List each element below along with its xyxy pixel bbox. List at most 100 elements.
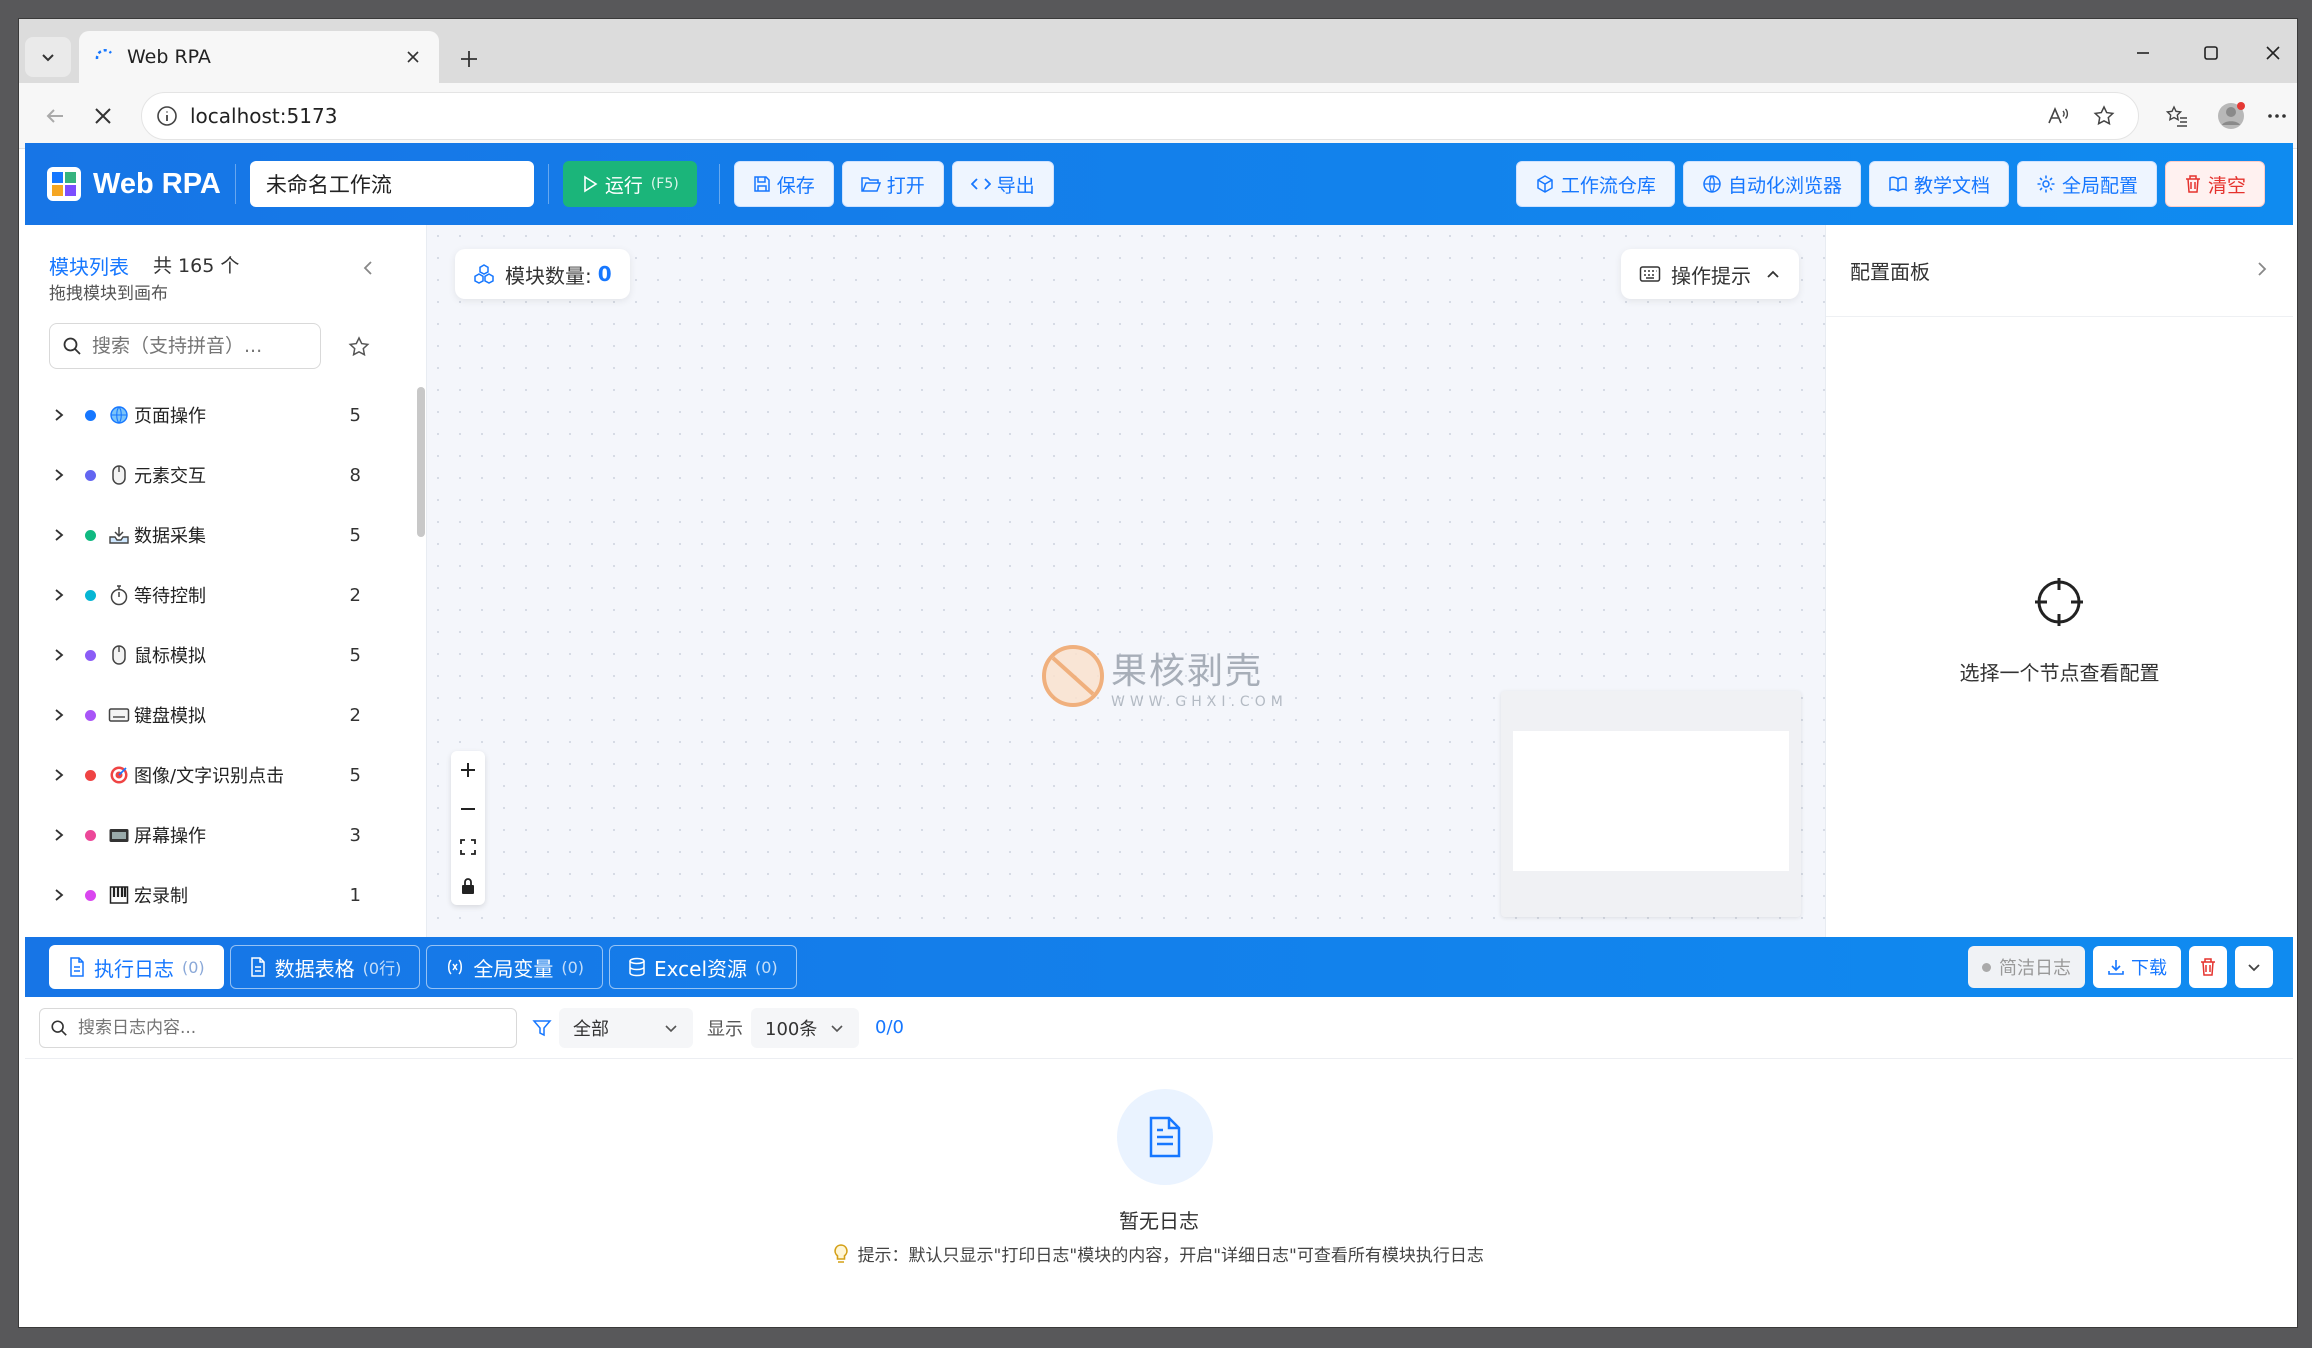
watermark: 果核剥壳 WWW.GHXI.COM [1041, 641, 1311, 711]
back-button[interactable] [33, 95, 77, 137]
favorites-list-icon [2165, 105, 2187, 127]
operation-tips-button[interactable]: 操作提示 [1621, 249, 1799, 299]
profile-button[interactable] [2209, 95, 2253, 137]
favorite-star-icon[interactable] [2084, 96, 2124, 136]
category-keyboard-sim[interactable]: 键盘模拟 2 [25, 685, 405, 745]
category-label: 键盘模拟 [134, 706, 206, 727]
empty-log-title: 暂无日志 [1119, 1209, 1199, 1233]
close-window-button[interactable] [2249, 35, 2297, 71]
category-screen-ops[interactable]: 屏幕操作 3 [25, 805, 405, 865]
category-data-collection[interactable]: 数据采集 5 [25, 505, 405, 565]
document-icon [250, 957, 265, 977]
category-count: 5 [349, 644, 361, 666]
zoom-out-button[interactable] [455, 796, 481, 822]
category-image-text-click[interactable]: 图像/文字识别点击 5 [25, 745, 405, 805]
open-button[interactable]: 打开 [841, 161, 944, 207]
category-page-ops[interactable]: 页面操作 5 [25, 385, 405, 445]
page-size-select[interactable]: 100条 [751, 1007, 859, 1048]
tab-execution-log[interactable]: 执行日志 (0) [49, 945, 224, 989]
log-search-input[interactable] [39, 1007, 517, 1048]
global-settings-button[interactable]: 全局配置 [2016, 161, 2157, 207]
collapse-sidebar-button[interactable] [353, 253, 383, 283]
keyboard-icon [1639, 266, 1661, 282]
category-element-interaction[interactable]: 元素交互 8 [25, 445, 405, 505]
chevron-right-icon [49, 885, 69, 905]
maximize-button[interactable] [2187, 35, 2235, 71]
module-search-input[interactable] [49, 323, 321, 369]
favorites-button[interactable] [2155, 95, 2199, 137]
keyboard-icon [108, 704, 130, 726]
chevron-right-icon [49, 585, 69, 605]
simple-log-toggle[interactable]: 简洁日志 [1968, 946, 2085, 988]
run-button[interactable]: 运行 (F5) [562, 161, 697, 207]
fit-view-button[interactable] [455, 834, 481, 860]
chevron-down-icon [831, 1024, 843, 1032]
logo-text: Web RPA [93, 167, 221, 200]
sidebar-scrollbar[interactable] [417, 387, 425, 537]
minus-icon [461, 807, 475, 810]
global-settings-label: 全局配置 [2061, 174, 2138, 197]
url-text: localhost:5173 [190, 104, 338, 128]
workflow-repo-button[interactable]: 工作流仓库 [1515, 161, 1675, 207]
zoom-in-button[interactable] [455, 757, 481, 783]
address-bar-row: localhost:5173 [19, 83, 2297, 149]
read-aloud-icon[interactable] [2038, 96, 2078, 136]
category-wait-control[interactable]: 等待控制 2 [25, 565, 405, 625]
minimize-button[interactable] [2119, 35, 2167, 71]
favorites-filter-button[interactable] [343, 331, 375, 363]
clear-log-button[interactable] [2189, 946, 2227, 988]
module-list-subtitle: 拖拽模块到画布 [49, 284, 168, 304]
category-label: 数据采集 [134, 526, 206, 547]
automation-browser-button[interactable]: 自动化浏览器 [1682, 161, 1861, 207]
empty-log-tip: 提示：默认只显示"打印日志"模块的内容，开启"详细日志"可查看所有模块执行日志 [25, 1241, 2293, 1266]
filter-icon [525, 1011, 559, 1045]
collapse-panel-button[interactable] [2235, 946, 2273, 988]
workflow-canvas[interactable]: 模块数量: 0 操作提示 果核剥壳 WWW.GHXI.COM [427, 225, 1825, 937]
header-divider [547, 164, 549, 204]
star-icon [348, 336, 370, 357]
stop-loading-button[interactable] [81, 95, 125, 137]
category-count: 3 [349, 824, 361, 846]
clear-button[interactable]: 清空 [2164, 161, 2265, 207]
tray-icon [108, 524, 130, 546]
page-size-value: 100条 [765, 1018, 818, 1040]
module-count-label: 模块数量: [505, 263, 592, 288]
tab-label: 全局变量 [473, 956, 554, 981]
docs-button[interactable]: 教学文档 [1868, 161, 2009, 207]
log-level-select[interactable]: 全部 [559, 1007, 693, 1048]
header-right-actions: 工作流仓库 自动化浏览器 教学文档 全局配置 清空 [1515, 161, 2273, 207]
export-button[interactable]: 导出 [951, 161, 1054, 207]
workflow-repo-label: 工作流仓库 [1560, 174, 1656, 197]
empty-log-badge [1117, 1089, 1213, 1185]
watermark-logo [1042, 645, 1104, 707]
tab-data-table[interactable]: 数据表格 (0行) [229, 945, 421, 989]
download-label: 下载 [2131, 958, 2167, 979]
workflow-name-input[interactable]: 未命名工作流 [249, 161, 534, 207]
category-mouse-sim[interactable]: 鼠标模拟 5 [25, 625, 405, 685]
tab-actions-button[interactable] [25, 37, 71, 77]
download-log-button[interactable]: 下载 [2093, 946, 2181, 988]
browser-window: Web RPA localhost:5173 Web RPA 未命名工作流 运行… [18, 18, 2298, 1328]
more-menu-button[interactable] [2255, 95, 2297, 137]
tab-global-variables[interactable]: 全局变量 (0) [426, 945, 604, 989]
module-search-field[interactable] [92, 335, 302, 357]
category-dot [85, 709, 96, 721]
url-bar[interactable]: localhost:5173 [141, 92, 2139, 140]
category-macro-record[interactable]: 宏录制 1 [25, 865, 405, 925]
config-empty-text: 选择一个节点查看配置 [1959, 661, 2160, 685]
cube-icon [1537, 175, 1553, 193]
browser-tab[interactable]: Web RPA [79, 31, 439, 83]
automation-browser-label: 自动化浏览器 [1727, 174, 1842, 197]
close-tab-icon[interactable] [401, 45, 425, 69]
log-search-field[interactable] [78, 1017, 498, 1038]
lock-canvas-button[interactable] [455, 873, 481, 899]
target-icon [108, 764, 130, 786]
play-icon [584, 175, 598, 193]
save-button[interactable]: 保存 [733, 161, 834, 207]
logo-icon [47, 167, 81, 201]
tab-excel-resources[interactable]: Excel资源 (0) [609, 945, 797, 989]
minimap[interactable] [1501, 691, 1801, 917]
new-tab-button[interactable] [451, 41, 487, 77]
docs-label: 教学文档 [1913, 174, 1990, 197]
collapse-config-button[interactable] [2255, 260, 2269, 282]
